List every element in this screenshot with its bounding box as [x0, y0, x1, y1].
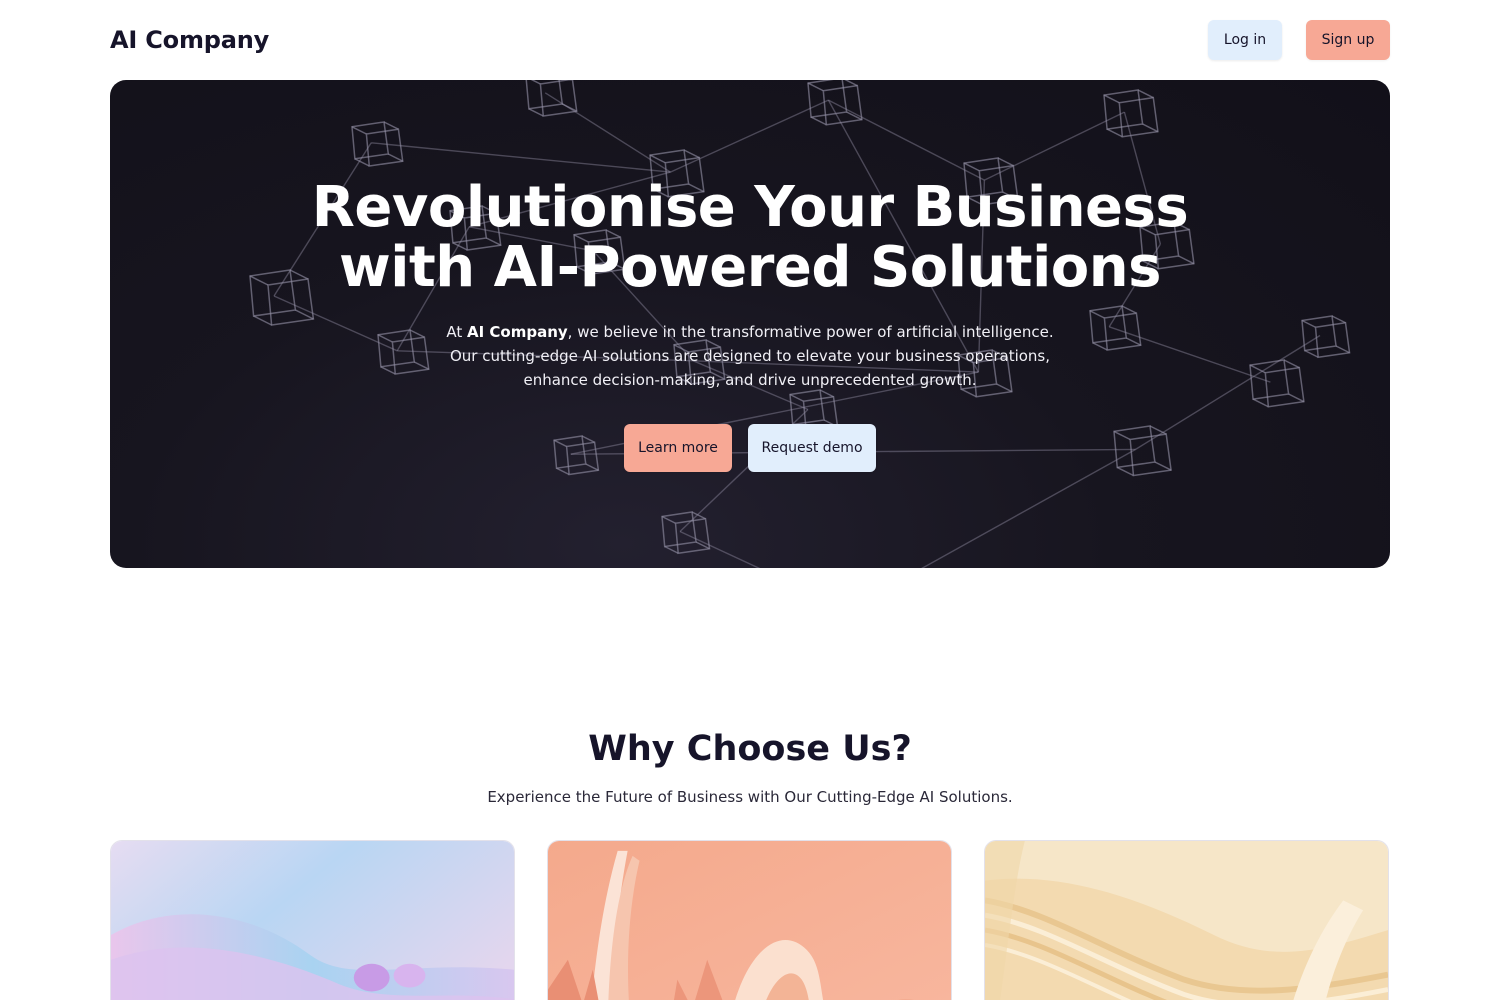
feature-card-2[interactable] — [547, 840, 952, 1000]
feature-card-3[interactable] — [984, 840, 1389, 1000]
hero-title-line-1: Revolutionise Your Business — [311, 175, 1189, 240]
abstract-cream-ribbons-image — [985, 841, 1388, 1000]
abstract-pastel-waves-image — [111, 841, 514, 1000]
learn-more-button[interactable]: Learn more — [624, 424, 732, 472]
hero-title-line-2: with AI-Powered Solutions — [339, 235, 1161, 300]
signup-button[interactable]: Sign up — [1306, 20, 1390, 60]
hero-section: Revolutionise Your Business with AI-Powe… — [110, 80, 1390, 568]
hero-content: Revolutionise Your Business with AI-Powe… — [110, 80, 1390, 568]
nav-actions: Log in Sign up — [1208, 20, 1390, 60]
feature-cards — [110, 840, 1390, 1000]
section-title: Why Choose Us? — [588, 729, 912, 769]
navbar: AI Company Log in Sign up — [110, 0, 1390, 80]
hero-text-prefix: At — [446, 323, 467, 341]
request-demo-button[interactable]: Request demo — [748, 424, 876, 472]
section-subtitle: Experience the Future of Business with O… — [487, 788, 1013, 806]
hero-brand-name: AI Company — [466, 323, 568, 341]
logo[interactable]: AI Company — [110, 26, 269, 54]
login-button[interactable]: Log in — [1208, 20, 1282, 60]
hero-title: Revolutionise Your Business with AI-Powe… — [250, 178, 1250, 298]
why-choose-us-section: Why Choose Us? Experience the Future of … — [110, 724, 1390, 808]
hero-buttons: Learn more Request demo — [110, 424, 1390, 472]
abstract-peach-ribbons-image — [548, 841, 951, 1000]
hero-description: At AI Company, we believe in the transfo… — [435, 320, 1065, 392]
feature-card-1[interactable] — [110, 840, 515, 1000]
